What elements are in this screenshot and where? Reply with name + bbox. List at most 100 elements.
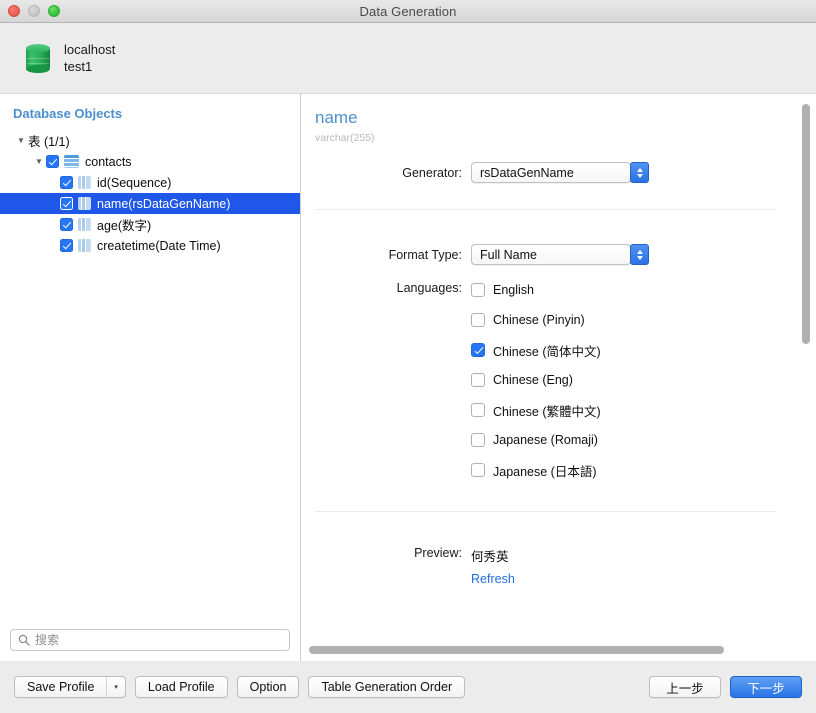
generator-label: Generator:: [402, 165, 462, 180]
tree-column-label: createtime(Date Time): [97, 238, 221, 253]
save-profile-dropdown-icon[interactable]: ▾: [106, 676, 126, 698]
language-checkbox[interactable]: [471, 403, 485, 417]
languages-label: Languages:: [396, 281, 462, 295]
language-option[interactable]: English: [471, 275, 601, 305]
column-checkbox[interactable]: [60, 218, 73, 231]
load-profile-button[interactable]: Load Profile: [134, 676, 228, 698]
preview-row: Preview: 何秀英 Refresh: [301, 546, 790, 586]
divider-top: [315, 209, 776, 210]
language-option[interactable]: Chinese (Pinyin): [471, 305, 601, 335]
database-objects-title: Database Objects: [13, 106, 123, 121]
language-label: English: [493, 283, 534, 297]
search-input[interactable]: [35, 633, 282, 647]
window-titlebar: Data Generation: [0, 0, 816, 23]
generator-value: rsDataGenName: [480, 165, 574, 180]
tree-column-label: age(数字): [97, 219, 152, 233]
language-checkbox[interactable]: [471, 373, 485, 387]
tree-row-column[interactable]: ▼ id(Sequence): [0, 172, 300, 193]
horizontal-scrollbar-thumb[interactable]: [309, 646, 724, 654]
column-icon: [78, 239, 91, 252]
tree-row-table-contacts[interactable]: ▼ contacts: [0, 151, 300, 172]
chevron-down-icon[interactable]: ▼: [14, 136, 28, 145]
window-controls: [8, 5, 60, 17]
language-checkbox[interactable]: [471, 433, 485, 447]
column-checkbox[interactable]: [60, 239, 73, 252]
format-type-value: Full Name: [480, 247, 537, 262]
database-cylinder-icon: [24, 42, 52, 74]
close-button[interactable]: [8, 5, 20, 17]
table-generation-order-button[interactable]: Table Generation Order: [308, 676, 466, 698]
language-label: Japanese (Romaji): [493, 433, 598, 447]
languages-row: Languages: English Chinese (Pinyin) Chin…: [301, 275, 790, 485]
footer-toolbar: Save Profile ▾ Load Profile Option Table…: [0, 661, 816, 713]
format-type-label: Format Type:: [388, 247, 462, 262]
search-container: [0, 621, 300, 661]
next-step-button[interactable]: 下一步: [730, 676, 802, 698]
language-checkbox[interactable]: [471, 463, 485, 477]
tree-row-root[interactable]: ▼ 表 (1/1): [0, 130, 300, 151]
generator-row: Generator: rsDataGenName: [301, 162, 790, 183]
language-option[interactable]: Chinese (简体中文): [471, 335, 601, 365]
previous-step-button[interactable]: 上一步: [649, 676, 721, 698]
refresh-link[interactable]: Refresh: [471, 572, 515, 586]
tree-row-column-selected[interactable]: ▼ name(rsDataGenName): [0, 193, 300, 214]
language-option[interactable]: Japanese (日本語): [471, 455, 601, 485]
format-type-select[interactable]: Full Name: [471, 244, 649, 265]
language-label: Chinese (简体中文): [493, 344, 601, 359]
language-label: Chinese (Eng): [493, 373, 573, 387]
horizontal-scrollbar[interactable]: [309, 646, 794, 654]
column-icon: [78, 176, 91, 189]
connection-header: localhost test1: [0, 23, 816, 93]
column-icon: [78, 218, 91, 231]
search-box[interactable]: [10, 629, 290, 651]
detail-scroll-area: name varchar(255) Generator: rsDataGenNa…: [301, 94, 816, 661]
save-profile-button[interactable]: Save Profile: [14, 676, 107, 698]
connection-database: test1: [64, 59, 93, 74]
tree-row-column[interactable]: ▼ age(数字): [0, 214, 300, 235]
language-option[interactable]: Chinese (Eng): [471, 365, 601, 395]
table-checkbox[interactable]: [46, 155, 59, 168]
generator-detail-pane: name varchar(255) Generator: rsDataGenNa…: [301, 93, 816, 661]
preview-value: 何秀英: [471, 550, 509, 564]
language-label: Japanese (日本語): [493, 464, 597, 479]
language-checkbox[interactable]: [471, 313, 485, 327]
option-button[interactable]: Option: [236, 676, 300, 698]
connection-host: localhost: [64, 42, 116, 57]
column-checkbox[interactable]: [60, 197, 73, 210]
save-profile-split-button[interactable]: Save Profile ▾: [14, 676, 126, 698]
connection-info: localhost test1: [64, 41, 115, 75]
tree-column-label: id(Sequence): [97, 175, 172, 190]
language-label: Chinese (繁體中文): [493, 404, 601, 419]
data-generation-window: Data Generation localhost test1 Database…: [0, 0, 816, 713]
divider-bottom: [315, 511, 776, 512]
footer-right-group: 上一步 下一步: [649, 676, 802, 698]
languages-list: English Chinese (Pinyin) Chinese (简体中文): [471, 275, 601, 485]
chevron-updown-icon[interactable]: [630, 162, 649, 183]
minimize-button[interactable]: [28, 5, 40, 17]
tree-column-label: name(rsDataGenName): [97, 196, 231, 211]
language-option[interactable]: Japanese (Romaji): [471, 425, 601, 455]
column-icon: [78, 197, 91, 210]
object-tree: ▼ 表 (1/1) ▼ contacts ▼ id(Sequence) ▼: [0, 129, 300, 621]
language-option[interactable]: Chinese (繁體中文): [471, 395, 601, 425]
generator-select[interactable]: rsDataGenName: [471, 162, 649, 183]
tree-table-label: contacts: [85, 154, 132, 169]
language-label: Chinese (Pinyin): [493, 313, 585, 327]
chevron-updown-icon[interactable]: [630, 244, 649, 265]
zoom-button[interactable]: [48, 5, 60, 17]
vertical-scrollbar[interactable]: [802, 102, 810, 631]
database-objects-pane: Database Objects ▼ 表 (1/1) ▼ contacts ▼: [0, 93, 301, 661]
column-checkbox[interactable]: [60, 176, 73, 189]
language-checkbox[interactable]: [471, 283, 485, 297]
chevron-down-icon[interactable]: ▼: [32, 157, 46, 166]
table-icon: [64, 155, 79, 168]
footer-left-group: Save Profile ▾ Load Profile Option Table…: [14, 676, 466, 698]
language-checkbox[interactable]: [471, 343, 485, 357]
vertical-scrollbar-thumb[interactable]: [802, 104, 810, 344]
search-icon: [18, 634, 30, 646]
field-type-subtitle: varchar(255): [315, 132, 375, 144]
window-title: Data Generation: [359, 3, 457, 19]
preview-label: Preview:: [414, 546, 462, 560]
field-name-title: name: [315, 108, 358, 127]
tree-row-column[interactable]: ▼ createtime(Date Time): [0, 235, 300, 256]
